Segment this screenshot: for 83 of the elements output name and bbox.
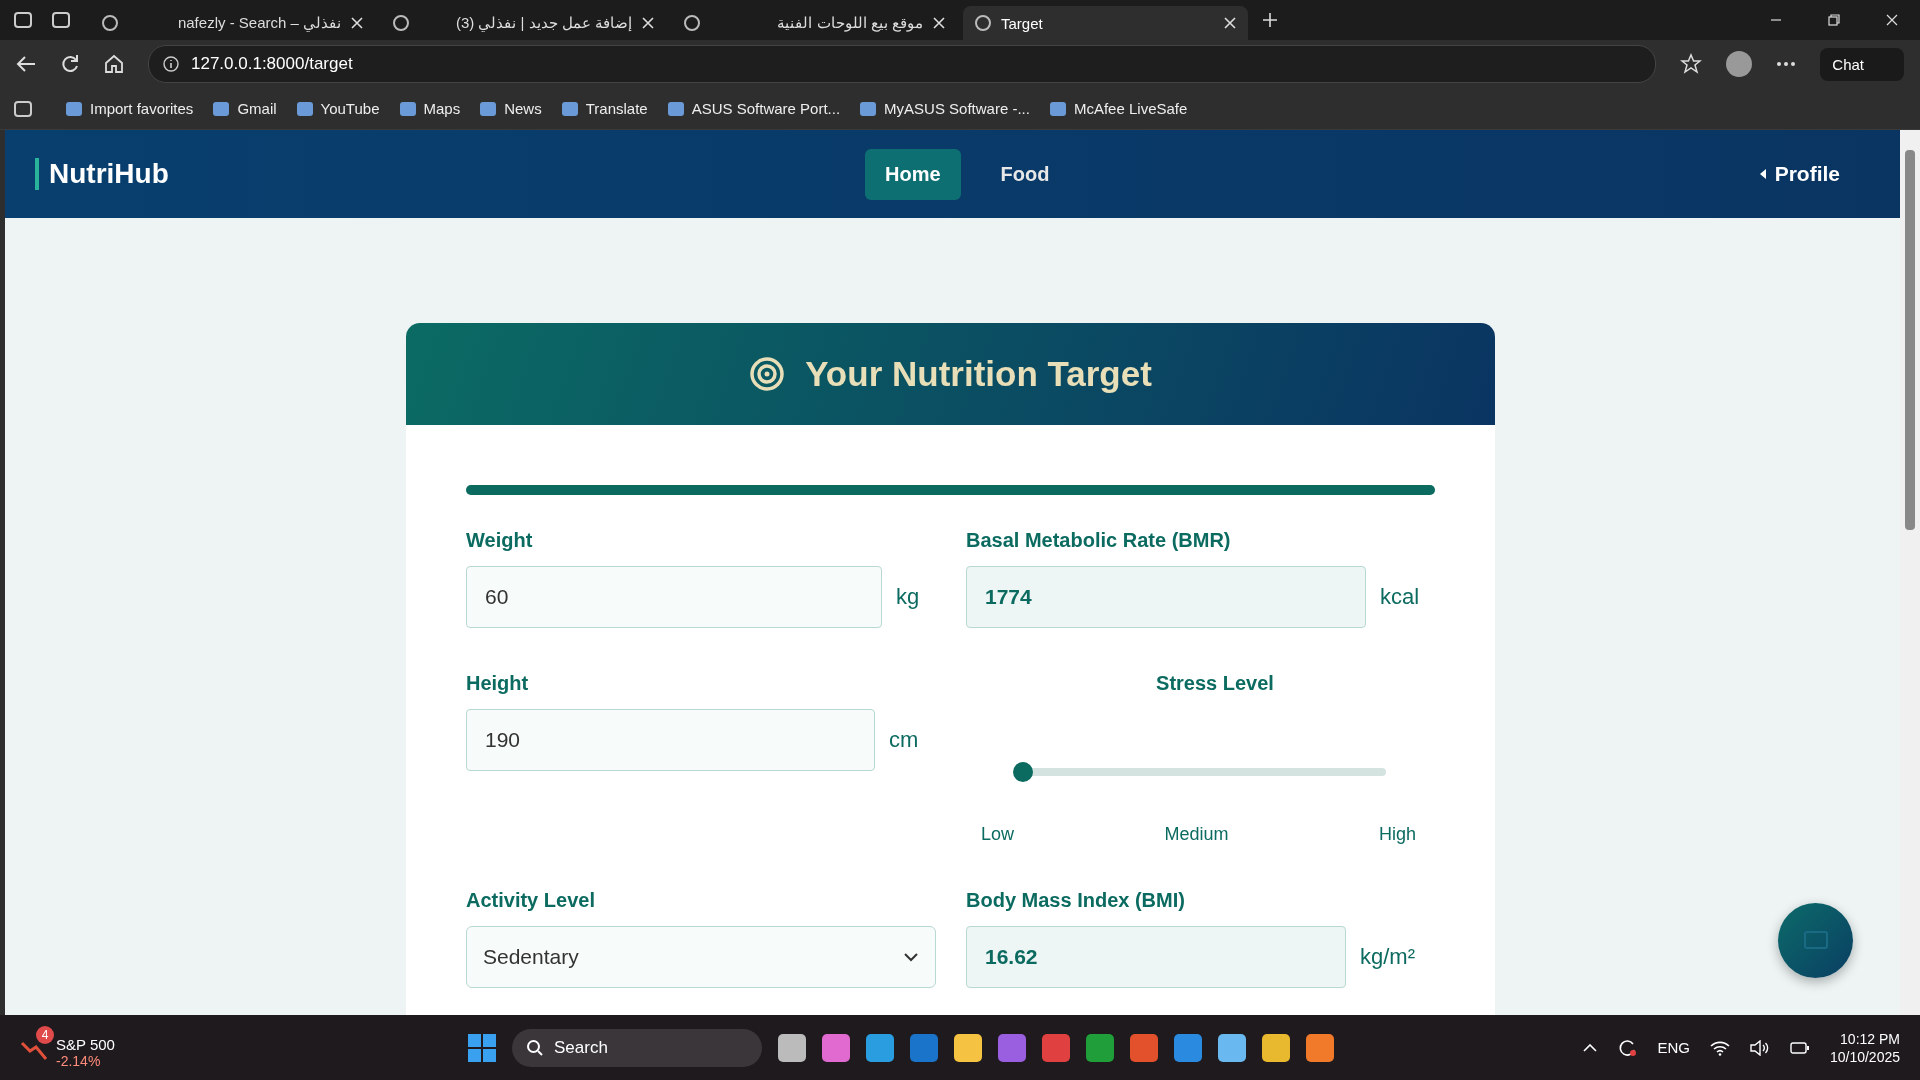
chat-button[interactable]: Chat xyxy=(1820,47,1904,81)
bookmark-link[interactable]: ASUS Software Port... xyxy=(667,100,841,117)
bookmark-link[interactable]: Translate xyxy=(561,100,648,117)
bookmark-link[interactable]: Import favorites xyxy=(66,100,194,117)
bmr-field[interactable]: 1774 xyxy=(966,566,1366,628)
profile-avatar-icon[interactable] xyxy=(1726,51,1753,77)
close-icon[interactable] xyxy=(1224,17,1236,29)
restore-icon[interactable] xyxy=(1828,14,1840,26)
close-icon[interactable] xyxy=(642,17,654,29)
height-field[interactable]: 190 xyxy=(466,709,875,771)
new-tab-icon[interactable] xyxy=(1262,12,1278,28)
field-label: Basal Metabolic Rate (BMR) xyxy=(966,529,1232,552)
tab-title: (3) إضافة عمل جديد | نفذلي xyxy=(454,14,632,32)
bookmark-link[interactable]: Gmail xyxy=(213,100,277,117)
bookmark-link[interactable]: McAfee LiveSafe xyxy=(1049,100,1188,117)
browser-tab[interactable]: Target xyxy=(963,6,1248,40)
slider-tick-label: High xyxy=(1378,824,1416,845)
browser-tab[interactable]: موقع بيع اللوحات الفنية xyxy=(672,6,957,40)
unit-label: kg xyxy=(896,584,920,610)
close-icon[interactable] xyxy=(933,17,945,29)
nav-link[interactable]: Food xyxy=(980,148,1070,200)
stock-name: S&P 500 xyxy=(56,1036,115,1053)
bookmark-link[interactable]: YouTube xyxy=(296,100,380,117)
bmi-field[interactable]: 16.62 xyxy=(966,926,1346,988)
scrollbar[interactable] xyxy=(1900,130,1920,1015)
chevron-down-icon xyxy=(903,952,919,962)
wifi-icon[interactable] xyxy=(1709,1039,1730,1056)
app-icon[interactable] xyxy=(998,1033,1026,1062)
app-icon[interactable] xyxy=(1306,1033,1334,1062)
battery-icon[interactable] xyxy=(1789,1040,1810,1055)
field-label: Stress Level xyxy=(1156,672,1274,695)
weight-field[interactable]: 60 xyxy=(466,566,882,628)
unit-label: cm xyxy=(889,727,919,753)
app-icon[interactable] xyxy=(822,1033,850,1062)
home-icon[interactable] xyxy=(104,54,124,74)
field-label: Weight xyxy=(466,529,534,552)
language-indicator[interactable]: ENG xyxy=(1657,1039,1690,1056)
favorites-icon[interactable] xyxy=(1680,53,1703,75)
slider-tick-label: Medium xyxy=(1164,824,1229,845)
clock-date[interactable]: 10/10/2025 xyxy=(1829,1048,1900,1065)
brand-logo[interactable]: NutriHub xyxy=(35,158,169,190)
stock-widget[interactable]: 4 S&P 500 -2.14% xyxy=(20,1026,440,1069)
app-icon[interactable] xyxy=(1130,1033,1158,1062)
card-title: Your Nutrition Target xyxy=(805,354,1152,394)
browser-tab[interactable]: (3) إضافة عمل جديد | نفذلي xyxy=(381,6,666,40)
slider-thumb[interactable] xyxy=(1013,762,1033,782)
bookmark-link[interactable]: News xyxy=(480,100,542,117)
clock-time[interactable]: 10:12 PM xyxy=(1840,1030,1900,1047)
notification-badge: 4 xyxy=(36,1026,54,1044)
close-icon[interactable] xyxy=(1886,14,1898,26)
start-icon[interactable] xyxy=(468,1033,496,1062)
field-label: Body Mass Index (BMI) xyxy=(966,889,1186,912)
chevron-up-icon[interactable] xyxy=(1583,1043,1598,1052)
volume-icon[interactable] xyxy=(1749,1039,1770,1056)
search-icon xyxy=(526,1038,544,1057)
close-icon[interactable] xyxy=(351,17,363,29)
browser-tab[interactable]: nafezly - Search – نفذلي xyxy=(90,6,375,40)
activity-dropdown[interactable]: Sedentary xyxy=(466,926,936,988)
address-bar[interactable]: 127.0.0.1:8000/target xyxy=(148,45,1657,83)
info-icon[interactable] xyxy=(163,56,179,72)
bookmark-link[interactable]: Maps xyxy=(399,100,461,117)
field-label: Activity Level xyxy=(466,889,596,912)
back-icon[interactable] xyxy=(16,55,36,73)
sync-icon[interactable] xyxy=(1617,1037,1638,1058)
more-icon[interactable] xyxy=(1776,61,1797,67)
unit-label: kg/m² xyxy=(1360,944,1415,970)
tab-title: موقع بيع اللوحات الفنية xyxy=(776,14,923,32)
tab-title: Target xyxy=(1001,14,1044,32)
target-icon xyxy=(749,356,786,392)
slider-tick-label: Low xyxy=(981,824,1015,845)
bookmark-link[interactable]: MyASUS Software -... xyxy=(860,100,1030,117)
caret-left-icon xyxy=(1758,168,1767,180)
app-icon[interactable] xyxy=(866,1033,894,1062)
profile-link[interactable]: Profile xyxy=(1758,162,1840,186)
stock-change: -2.14% xyxy=(56,1053,102,1069)
chat-fab-button[interactable] xyxy=(1778,903,1853,978)
nav-link[interactable]: Home xyxy=(865,148,961,200)
tab-title: nafezly - Search – نفذلي xyxy=(176,14,341,32)
reload-icon[interactable] xyxy=(60,54,80,74)
field-label: Height xyxy=(466,672,530,695)
unit-label: kcal xyxy=(1380,584,1420,610)
taskbar-search[interactable]: Search xyxy=(512,1028,762,1067)
app-icon[interactable] xyxy=(910,1033,938,1062)
